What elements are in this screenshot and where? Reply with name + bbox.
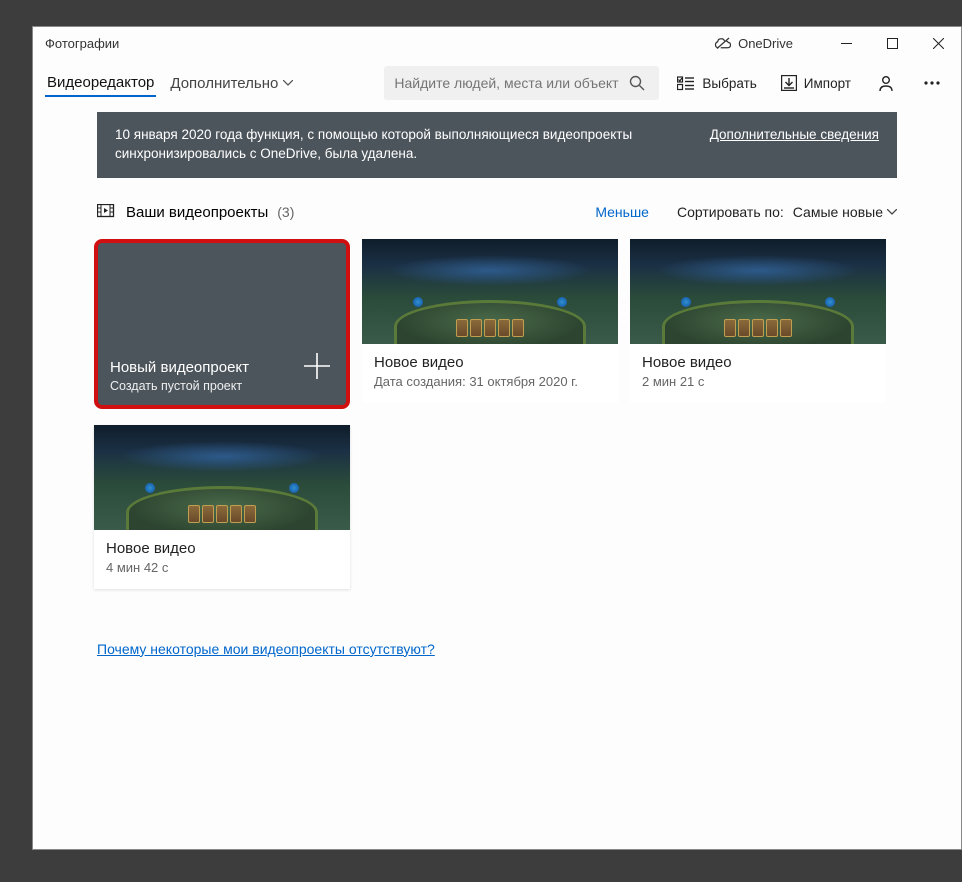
- select-button[interactable]: Выбрать: [671, 71, 762, 95]
- close-icon: [933, 38, 944, 49]
- minimize-icon: [841, 38, 852, 49]
- select-label: Выбрать: [702, 76, 756, 91]
- sort-dropdown[interactable]: Самые новые: [793, 204, 897, 220]
- onedrive-removal-banner: 10 января 2020 года функция, с помощью к…: [97, 112, 897, 178]
- titlebar: Фотографии OneDrive: [33, 27, 961, 60]
- app-title: Фотографии: [45, 36, 119, 51]
- project-card[interactable]: Новое видео Дата создания: 31 октября 20…: [362, 239, 618, 409]
- new-project-title: Новый видеопроект: [110, 359, 334, 376]
- search-input[interactable]: [394, 75, 625, 91]
- checklist-icon: [677, 75, 695, 91]
- chevron-down-icon: [887, 209, 897, 215]
- app-window: Фотографии OneDrive Видеоредактор Дополн…: [32, 26, 962, 850]
- project-card[interactable]: Новое видео 2 мин 21 с: [630, 239, 886, 409]
- projects-grid: Новый видеопроект Создать пустой проект …: [88, 231, 906, 597]
- project-title: Новое видео: [106, 540, 338, 557]
- project-thumbnail: [630, 239, 886, 344]
- sort-value-text: Самые новые: [793, 204, 883, 220]
- close-button[interactable]: [915, 27, 961, 60]
- banner-text: 10 января 2020 года функция, с помощью к…: [115, 126, 710, 164]
- tab-video-editor[interactable]: Видеоредактор: [45, 70, 156, 97]
- project-subtitle: Дата создания: 31 октября 2020 г.: [374, 374, 606, 389]
- search-icon: [629, 75, 645, 91]
- banner-more-info-link[interactable]: Дополнительные сведения: [710, 126, 879, 145]
- less-link[interactable]: Меньше: [595, 204, 649, 220]
- sort-label: Сортировать по:: [677, 204, 784, 220]
- onedrive-button[interactable]: OneDrive: [714, 35, 793, 53]
- new-project-card[interactable]: Новый видеопроект Создать пустой проект: [94, 239, 350, 409]
- project-subtitle: 4 мин 42 с: [106, 560, 338, 575]
- import-button[interactable]: Импорт: [775, 71, 857, 95]
- plus-icon: [302, 351, 332, 381]
- project-title: Новое видео: [374, 354, 606, 371]
- cloud-off-icon: [714, 35, 732, 53]
- maximize-button[interactable]: [869, 27, 915, 60]
- maximize-icon: [887, 38, 898, 49]
- project-thumbnail: [94, 425, 350, 530]
- header-toolbar: Видеоредактор Дополнительно Выбрать: [33, 60, 961, 106]
- tab-more[interactable]: Дополнительно: [168, 71, 295, 96]
- tab-more-label: Дополнительно: [170, 75, 278, 92]
- project-card[interactable]: Новое видео 4 мин 42 с: [94, 425, 350, 589]
- project-subtitle: 2 мин 21 с: [642, 374, 874, 389]
- video-project-icon: [97, 204, 117, 220]
- import-label: Импорт: [804, 76, 851, 91]
- more-button[interactable]: [915, 66, 949, 100]
- section-count: (3): [277, 204, 294, 220]
- account-button[interactable]: [869, 66, 903, 100]
- section-title: Ваши видеопроекты: [126, 204, 268, 221]
- section-header: Ваши видеопроекты (3) Меньше Сортировать…: [97, 204, 897, 221]
- import-icon: [781, 75, 797, 91]
- new-project-subtitle: Создать пустой проект: [110, 379, 334, 393]
- onedrive-label: OneDrive: [738, 36, 793, 51]
- search-input-container[interactable]: [384, 66, 659, 100]
- minimize-button[interactable]: [823, 27, 869, 60]
- project-thumbnail: [362, 239, 618, 344]
- window-controls: [823, 27, 961, 60]
- chevron-down-icon: [283, 80, 293, 86]
- project-title: Новое видео: [642, 354, 874, 371]
- more-horizontal-icon: [924, 81, 940, 85]
- person-icon: [877, 74, 895, 92]
- missing-projects-link[interactable]: Почему некоторые мои видеопроекты отсутс…: [97, 641, 435, 657]
